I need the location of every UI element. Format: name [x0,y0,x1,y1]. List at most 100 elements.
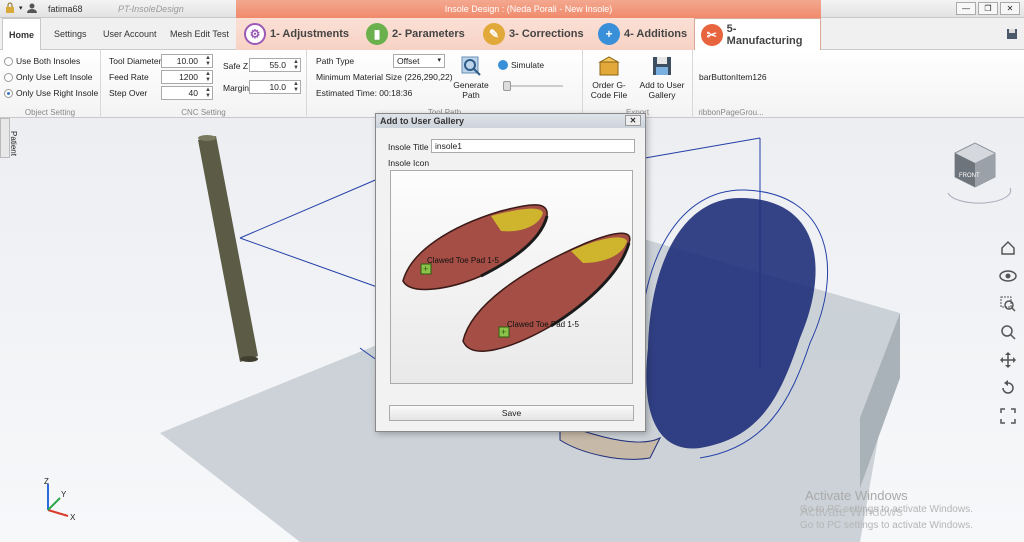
zoom-icon[interactable] [998,322,1018,342]
save-icon[interactable] [1006,28,1018,40]
toe-pad-label-2: Clawed Toe Pad 1-5 [507,320,579,329]
tab-user-account[interactable]: User Account [103,18,157,50]
app-title: PT-InsoleDesign [118,4,184,14]
dropdown-arrow-icon[interactable]: ▾ [19,4,23,12]
radio-left-only[interactable]: Only Use Left Insole [4,72,93,82]
tab-home[interactable]: Home [2,18,42,50]
radio-button[interactable] [4,56,13,66]
navigation-bar [998,238,1018,426]
tools-icon: ✂ [701,23,723,46]
ribbon-tabs: Home Settings User Account Mesh Edit Tes… [0,18,1024,50]
margin-label: Margin [223,83,249,93]
box-icon [597,54,621,78]
min-material-size: Minimum Material Size (226,290,22) [316,72,453,82]
axis-x-label: X [70,513,76,522]
wire-line [239,177,381,239]
radio-button[interactable] [4,72,13,82]
magnifier-path-icon [459,54,483,78]
fit-icon[interactable] [998,406,1018,426]
tool-diameter-label: Tool Diameter [109,56,162,66]
chart-icon: ▮ [366,23,388,45]
view-cube-ring [947,187,1012,204]
wire-line [239,237,381,289]
dialog-title: Add to User Gallery [380,116,465,126]
spin-arrows-icon[interactable]: ▲ ▼ [293,81,299,93]
tab-additions[interactable]: + 4- Additions [598,18,687,50]
pan-icon[interactable] [998,350,1018,370]
tool-diameter-input[interactable]: 10.00 ▲ ▼ [161,54,213,68]
extra-group: barButtonItem126 ribbonPageGrou... [693,50,769,118]
spin-arrows-icon[interactable]: ▲ ▼ [205,87,211,99]
rotate-icon[interactable] [998,378,1018,398]
simulate-button[interactable]: Simulate [498,60,544,70]
tab-corrections[interactable]: ✎ 3- Corrections [483,18,584,50]
restore-button[interactable]: ❐ [978,2,998,15]
group-label: ribbonPageGrou... [698,108,764,117]
lock-icon[interactable] [4,2,16,14]
context-title: Insole Design : (Neda Porali - New Insol… [236,0,821,18]
radio-button[interactable] [4,88,13,98]
quick-access-toolbar: ▾ [4,2,38,14]
insole-title-input[interactable]: insole1 [431,139,635,153]
add-to-gallery-dialog: Add to User Gallery ✕ Insole Title insol… [375,113,646,432]
zoom-window-icon[interactable] [998,294,1018,314]
order-gcode-button[interactable]: Order G-Code File [587,54,631,100]
estimated-time: Estimated Time: 00:18:36 [316,88,413,98]
tab-manufacturing[interactable]: ✂ 5- Manufacturing [694,18,821,50]
axis-y-label: Y [61,490,67,499]
radio-right-only[interactable]: Only Use Right Insole [4,88,98,98]
spin-arrows-icon[interactable]: ▲ ▼ [293,59,299,71]
activate-windows-title: Activate Windows [805,488,908,503]
bar-button-item[interactable]: barButtonItem126 [699,72,767,82]
feed-rate-label: Feed Rate [109,72,149,82]
toe-pad-plus-icon: + [501,327,506,337]
tab-settings[interactable]: Settings [54,18,87,50]
generate-path-button[interactable]: Generate Path [453,54,489,100]
toe-pad-label-1: Clawed Toe Pad 1-5 [427,256,499,265]
minimize-button[interactable]: — [956,2,976,15]
view-cube: FRONT [954,142,996,188]
tab-mesh-edit-test[interactable]: Mesh Edit Test [170,18,229,50]
insole-icon-preview: + Clawed Toe Pad 1-5 + Clawed Toe Pad 1-… [390,170,633,384]
wire-line [644,137,761,159]
dialog-title-bar[interactable]: Add to User Gallery ✕ [376,114,645,128]
plus-icon: + [598,23,620,45]
username: fatima68 [48,4,83,14]
simulate-slider[interactable] [503,81,563,91]
tool-cylinder-bottom [240,356,258,362]
insole-icon-label: Insole Icon [388,158,430,168]
context-tab-group: ⚙ 1- Adjustments ▮ 2- Parameters ✎ 3- Co… [236,18,821,50]
activate-windows-subtitle-echo: Go to PC settings to activate Windows. [800,520,973,531]
pen-icon: ✎ [483,23,505,45]
group-label: Object Setting [24,108,76,117]
group-label: CNC Setting [181,108,226,117]
tab-adjustments[interactable]: ⚙ 1- Adjustments [244,18,349,50]
slider-thumb[interactable] [503,81,511,91]
insole-preview-image: + Clawed Toe Pad 1-5 + Clawed Toe Pad 1-… [402,204,631,352]
spin-arrows-icon[interactable]: ▲ ▼ [205,71,211,83]
feed-rate-input[interactable]: 1200 ▲ ▼ [161,70,213,84]
margin-input[interactable]: 10.0 ▲ ▼ [249,80,301,94]
home-icon[interactable] [998,238,1018,258]
simulate-icon [498,60,508,70]
step-over-label: Step Over [109,88,148,98]
step-over-input[interactable]: 40 ▲ ▼ [161,86,213,100]
axis-z-label: Z [44,477,49,486]
spin-arrows-icon[interactable]: ▲ ▼ [205,55,211,67]
path-type-select[interactable]: Offset ▾ [393,54,445,68]
activate-windows-title-echo: Activate Windows [800,504,903,519]
radio-use-both[interactable]: Use Both Insoles [4,56,80,66]
window-buttons: — ❐ ✕ [956,2,1020,15]
save-gallery-icon [650,54,674,78]
toe-pad-plus-icon: + [423,264,428,274]
safe-z-input[interactable]: 55.0 ▲ ▼ [249,58,301,72]
eye-icon[interactable] [998,266,1018,286]
tool-path-group: Path Type Offset ▾ Minimum Material Size … [307,50,583,118]
chevron-down-icon: ▾ [437,57,441,64]
close-button[interactable]: ✕ [1000,2,1020,15]
cnc-setting-group: Tool Diameter 10.00 ▲ ▼ Feed Rate 1200 ▲ ▼ S… [101,50,307,118]
tab-parameters[interactable]: ▮ 2- Parameters [366,18,465,50]
save-button[interactable]: Save [389,405,634,421]
close-icon[interactable]: ✕ [625,115,641,126]
add-to-gallery-button[interactable]: Add to User Gallery [637,54,687,100]
